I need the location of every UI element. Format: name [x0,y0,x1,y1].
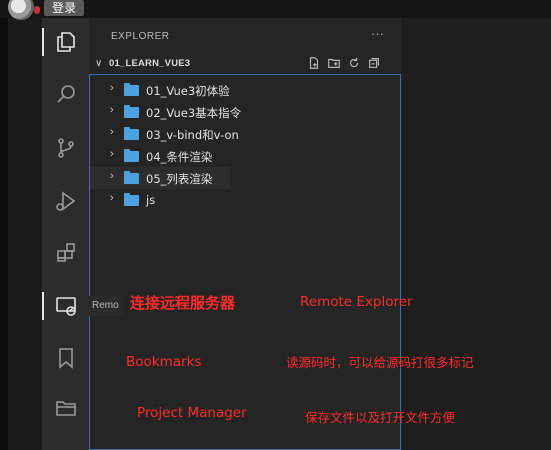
project-manager-icon [55,401,76,416]
folder-icon [124,127,139,140]
folder-icon [124,193,139,206]
chevron-right-icon: › [110,82,114,94]
folder-icon [124,149,139,162]
explorer-title: EXPLORER [111,31,170,42]
remote-explorer-icon [55,297,76,316]
activity-project-manager[interactable] [42,388,89,428]
editor-area [401,18,551,450]
collapse-all-icon[interactable] [367,56,381,70]
annotation-remote-cn: 连接远程服务器 [130,294,236,312]
folder-label: 01_Vue3初体验 [146,84,230,98]
annotation-project-cn: 保存文件以及打开文件方便 [305,410,456,425]
source-control-icon [57,138,74,158]
run-debug-icon [55,191,75,211]
tree-folder[interactable]: › 03_v-bind和v-on [90,123,400,145]
tree-folder[interactable]: › 01_Vue3初体验 [90,79,400,101]
folder-label: js [146,193,156,207]
folder-icon [124,171,139,184]
workspace-name: 01_LEARN_VUE3 [109,58,191,69]
chevron-right-icon: › [110,126,114,138]
tree-folder[interactable]: › js [90,189,400,211]
new-file-icon[interactable] [307,56,321,70]
chevron-right-icon: › [110,148,114,160]
extensions-icon [56,243,75,262]
folder-icon [124,105,139,118]
activity-bookmarks[interactable] [42,338,89,378]
annotation-remote-en: Remote Explorer [300,294,413,310]
tree-folder[interactable]: › 04_条件渲染 [90,145,400,167]
folder-label: 05_列表渲染 [146,172,213,186]
chevron-right-icon: › [110,170,114,182]
more-actions-button[interactable]: ··· [371,26,384,41]
activity-search[interactable] [42,74,89,114]
tree-folder[interactable]: › 05_列表渲染 [90,167,230,189]
chevron-right-icon: › [110,104,114,116]
explorer-sidebar: EXPLORER ··· ∨ 01_LEARN_VUE3 › 01_Vue3初体… [89,18,401,450]
tree-folder[interactable]: › 02_Vue3基本指令 [90,101,400,123]
workspace-section-header[interactable]: ∨ 01_LEARN_VUE3 [89,54,401,74]
avatar[interactable] [8,0,34,20]
folder-label: 04_条件渲染 [146,150,213,164]
folder-label: 03_v-bind和v-on [146,128,239,142]
annotation-bookmarks-cn: 读源码时，可以给源码打很多标记 [286,355,474,370]
activity-source-control[interactable] [42,128,89,168]
activity-extensions[interactable] [42,233,89,273]
explorer-icon [56,32,75,52]
chevron-down-icon: ∨ [95,58,103,69]
activity-run-debug[interactable] [42,181,89,221]
refresh-icon[interactable] [347,56,361,70]
folder-icon [124,83,139,96]
new-folder-icon[interactable] [327,56,341,70]
section-actions [307,56,381,70]
file-tree: › 01_Vue3初体验 › 02_Vue3基本指令 › 03_v-bind和v… [89,74,401,450]
top-bar: 登录 [0,0,551,20]
bookmarks-icon [58,348,73,369]
annotation-project-en: Project Manager [137,405,247,421]
annotation-bookmarks-en: Bookmarks [126,354,202,370]
hover-tooltip: Remo [88,296,123,316]
activity-explorer[interactable] [42,22,89,62]
search-icon [56,85,75,103]
activity-remote-explorer[interactable] [42,286,89,326]
chevron-right-icon: › [110,192,114,204]
left-edge [0,0,8,450]
folder-label: 02_Vue3基本指令 [146,106,242,120]
status-dot [34,6,40,14]
activity-bar [42,18,89,450]
login-badge[interactable]: 登录 [44,0,85,16]
